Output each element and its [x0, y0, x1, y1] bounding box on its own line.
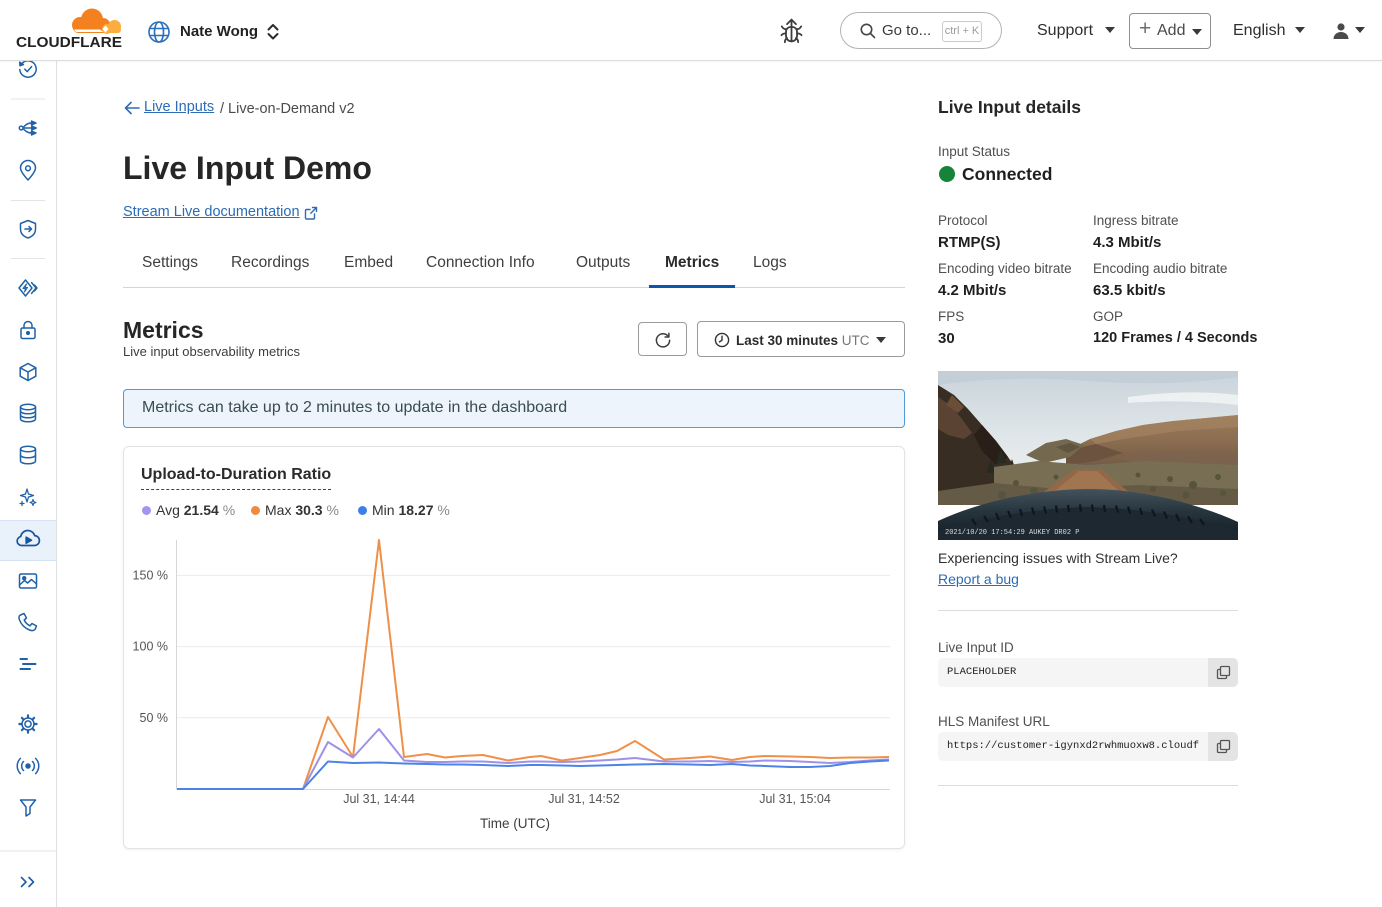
svg-text:2021/10/20 17:54:29 AUKEY DR02: 2021/10/20 17:54:29 AUKEY DR02 P	[945, 529, 1079, 537]
svg-text:Jul 31, 14:44: Jul 31, 14:44	[343, 792, 415, 806]
svg-text:Jul 31, 14:52: Jul 31, 14:52	[548, 792, 620, 806]
svg-text:150 %: 150 %	[133, 568, 168, 582]
svg-text:CLOUDFLARE: CLOUDFLARE	[16, 35, 122, 48]
svg-text:100 %: 100 %	[133, 640, 168, 654]
svg-text:50 %: 50 %	[140, 711, 169, 725]
svg-text:Jul 31, 15:04: Jul 31, 15:04	[759, 792, 831, 806]
